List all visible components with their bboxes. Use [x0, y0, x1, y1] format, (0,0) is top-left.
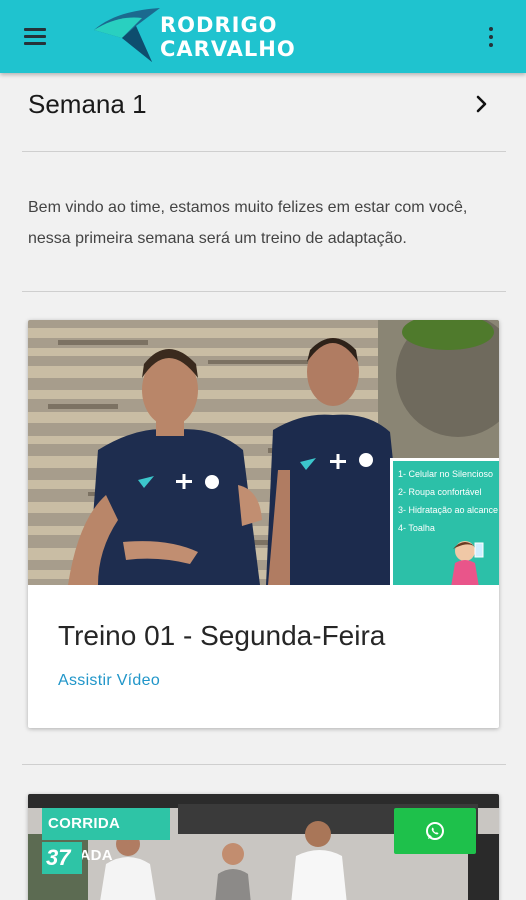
watch-video-link[interactable]: Assistir Vídeo — [58, 672, 160, 690]
more-vert-icon[interactable] — [486, 26, 496, 48]
brand-name-line2: CARVALHO — [160, 37, 296, 61]
video-thumbnail[interactable]: CORRIDA PARADA 37 — [28, 794, 499, 900]
woman-drinking-illustration — [451, 541, 484, 585]
brand-logo: RODRIGO CARVALHO — [92, 4, 302, 68]
week-header[interactable]: Semana 1 — [0, 73, 526, 151]
brand-name-line1: RODRIGO — [160, 13, 278, 37]
exercise-tag: CORRIDA PARADA — [42, 808, 170, 864]
divider — [22, 291, 506, 292]
whatsapp-button[interactable] — [394, 808, 476, 854]
checklist-overlay: 1- Celular no Silencioso 2- Roupa confor… — [390, 458, 499, 585]
whatsapp-icon — [426, 822, 444, 840]
divider — [22, 764, 506, 765]
week-description: Bem vindo ao time, estamos muito felizes… — [28, 199, 468, 247]
checklist-item: 4- Toalha — [398, 523, 435, 533]
workout-card: CORRIDA PARADA 37 — [28, 794, 499, 900]
app-screen: RODRIGO CARVALHO Semana 1 Bem vindo ao t… — [0, 0, 526, 900]
week-title: Semana 1 — [28, 89, 147, 119]
checklist-item: 2- Roupa confortável — [398, 487, 482, 497]
menu-icon[interactable] — [20, 24, 52, 50]
exercise-number: 37 — [42, 842, 82, 874]
chevron-right-icon — [476, 95, 487, 113]
video-thumbnail[interactable]: 1- Celular no Silencioso 2- Roupa confor… — [28, 320, 499, 585]
checklist-item: 3- Hidratação ao alcance — [398, 505, 499, 515]
divider — [22, 151, 506, 152]
logo-mark-icon — [94, 8, 160, 62]
workout-card: 1- Celular no Silencioso 2- Roupa confor… — [28, 320, 499, 728]
checklist-item: 1- Celular no Silencioso — [398, 469, 494, 479]
app-bar: RODRIGO CARVALHO — [0, 0, 526, 73]
workout-title: Treino 01 - Segunda-Feira — [58, 620, 386, 651]
